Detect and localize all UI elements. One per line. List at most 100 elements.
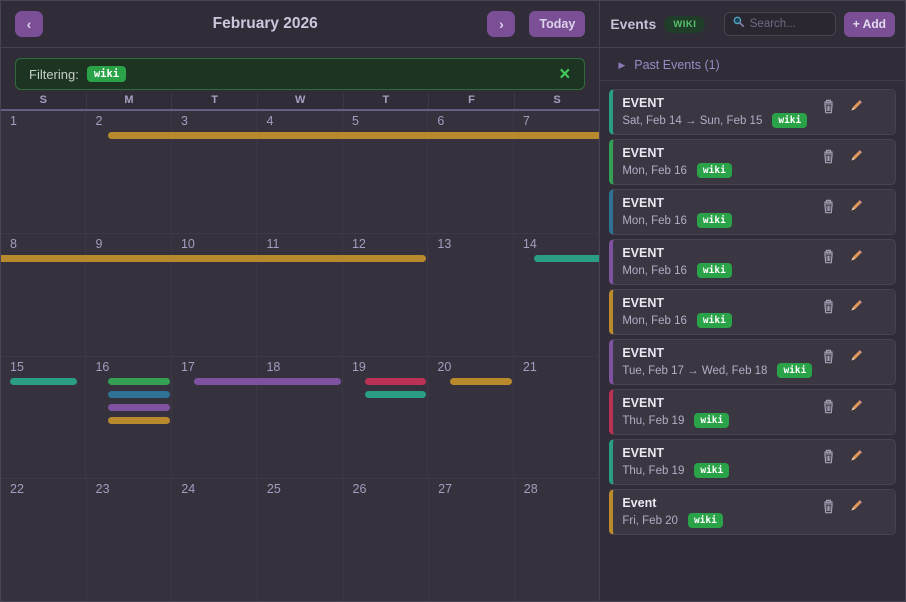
event-bar[interactable] [108,378,170,385]
day-cell[interactable]: 7 [514,111,599,233]
edit-event-icon[interactable] [848,149,863,164]
delete-event-icon[interactable] [821,349,836,364]
day-number: 22 [1,479,86,496]
calendar-header: ‹ February 2026 › Today [1,1,599,48]
event-title: EVENT [622,446,821,460]
day-cell[interactable]: 27 [429,479,515,601]
event-card[interactable]: EVENT Thu, Feb 19 wiki [609,389,896,435]
event-card[interactable]: EVENT Sat, Feb 14 → Sun, Feb 15 wiki [609,89,896,135]
day-cell[interactable]: 21 [514,357,599,479]
day-cell[interactable]: 26 [344,479,430,601]
day-cell[interactable]: 14 [514,234,599,356]
day-number: 3 [172,111,256,128]
weekday-label: T [344,93,430,109]
filter-bar: Filtering: wiki × [15,58,585,90]
event-bar[interactable] [365,378,426,385]
day-cell[interactable]: 6 [428,111,513,233]
day-number: 15 [1,357,85,374]
edit-event-icon[interactable] [848,449,863,464]
day-cell[interactable]: 17 [172,357,257,479]
weekday-header: SMTWTFS [1,93,599,111]
event-bar[interactable] [450,378,512,385]
prev-month-button[interactable]: ‹ [15,11,43,37]
day-cell[interactable]: 9 [86,234,171,356]
day-number: 27 [429,479,514,496]
day-cell[interactable]: 15 [1,357,86,479]
event-card-actions [821,99,863,128]
event-card[interactable]: EVENT Mon, Feb 16 wiki [609,239,896,285]
day-cell[interactable]: 18 [257,357,342,479]
event-card-body: EVENT Mon, Feb 16 wiki [622,296,821,328]
day-cell[interactable]: 23 [87,479,173,601]
app-window: { "colors": { "teal": "#2a9d85", "green"… [0,0,906,602]
add-event-button[interactable]: + Add [844,12,895,37]
delete-event-icon[interactable] [821,99,836,114]
event-card[interactable]: Event Fri, Feb 20 wiki [609,489,896,535]
edit-event-icon[interactable] [848,99,863,114]
day-cell[interactable]: 11 [257,234,342,356]
event-card[interactable]: EVENT Thu, Feb 19 wiki [609,439,896,485]
clear-filter-icon[interactable]: × [558,65,571,84]
edit-event-icon[interactable] [848,249,863,264]
event-bar[interactable] [108,417,170,424]
day-cell[interactable]: 4 [257,111,342,233]
day-cell[interactable]: 5 [343,111,428,233]
event-date: Mon, Feb 16 [622,215,687,227]
day-cell[interactable]: 3 [172,111,257,233]
event-bar[interactable] [108,132,599,139]
day-cell[interactable]: 1 [1,111,86,233]
day-cell[interactable]: 2 [86,111,171,233]
day-cell[interactable]: 25 [258,479,344,601]
event-subline: Mon, Feb 16 wiki [622,163,821,178]
delete-event-icon[interactable] [821,449,836,464]
filter-tag-chip[interactable]: wiki [87,66,126,82]
event-bar[interactable] [108,404,170,411]
event-bar[interactable] [108,391,170,398]
day-cell[interactable]: 13 [428,234,513,356]
event-card-actions [821,149,863,178]
search-input-container[interactable] [724,12,836,36]
delete-event-icon[interactable] [821,249,836,264]
day-cell[interactable]: 8 [1,234,86,356]
edit-event-icon[interactable] [848,199,863,214]
edit-event-icon[interactable] [848,499,863,514]
event-card[interactable]: EVENT Mon, Feb 16 wiki [609,139,896,185]
day-cell[interactable]: 22 [1,479,87,601]
event-subline: Fri, Feb 20 wiki [622,513,821,528]
weekday-label: S [515,93,600,109]
chevron-right-icon: ▶ [618,60,625,71]
day-cell[interactable]: 19 [343,357,428,479]
weekday-label: S [1,93,87,109]
event-tag-chip: wiki [777,363,812,378]
delete-event-icon[interactable] [821,399,836,414]
event-card[interactable]: EVENT Mon, Feb 16 wiki [609,289,896,335]
event-card[interactable]: EVENT Tue, Feb 17 → Wed, Feb 18 wiki [609,339,896,385]
event-title: EVENT [622,296,821,310]
filter-bar-container: Filtering: wiki × [1,48,599,90]
day-cell[interactable]: 24 [172,479,258,601]
delete-event-icon[interactable] [821,199,836,214]
delete-event-icon[interactable] [821,499,836,514]
today-button[interactable]: Today [529,11,585,37]
edit-event-icon[interactable] [848,399,863,414]
day-cell[interactable]: 12 [343,234,428,356]
delete-event-icon[interactable] [821,299,836,314]
event-bar[interactable] [365,391,426,398]
edit-event-icon[interactable] [848,349,863,364]
event-bar[interactable] [194,378,341,385]
weekday-label: M [87,93,173,109]
day-number: 26 [344,479,429,496]
delete-event-icon[interactable] [821,149,836,164]
event-date: Fri, Feb 20 [622,515,678,527]
event-card[interactable]: EVENT Mon, Feb 16 wiki [609,189,896,235]
day-cell[interactable]: 20 [428,357,513,479]
event-bar[interactable] [10,378,77,385]
next-month-button[interactable]: › [487,11,515,37]
event-bar[interactable] [534,255,599,262]
event-bar[interactable] [1,255,426,262]
edit-event-icon[interactable] [848,299,863,314]
search-input[interactable] [750,18,828,30]
day-cell[interactable]: 28 [515,479,600,601]
day-cell[interactable]: 10 [172,234,257,356]
past-events-toggle[interactable]: ▶ Past Events (1) [600,48,905,81]
